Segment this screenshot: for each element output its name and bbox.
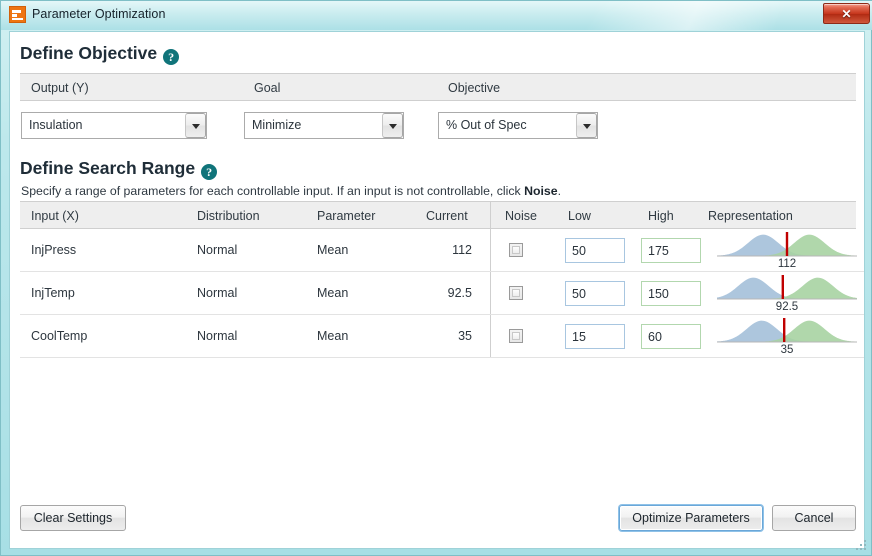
representation-chart: 92.5 [717, 274, 857, 315]
optimize-parameters-label: Optimize Parameters [632, 511, 749, 525]
representation-chart: 35 [717, 317, 857, 358]
cell-input-name: CoolTemp [31, 329, 87, 343]
column-header-goal: Goal [254, 81, 280, 95]
define-objective-title: Define Objective [20, 43, 157, 63]
column-header-high: High [648, 209, 674, 223]
low-input[interactable] [565, 281, 625, 306]
help-icon-search-range[interactable]: ? [201, 164, 217, 180]
header-divider [490, 202, 491, 228]
cancel-label: Cancel [795, 511, 834, 525]
noise-checkbox[interactable] [509, 286, 523, 300]
representation-chart: 112 [717, 231, 857, 272]
search-range-column-header: Input (X) Distribution Parameter Current… [20, 201, 856, 229]
high-input[interactable] [641, 324, 701, 349]
table-row: InjPress Normal Mean 112 112 [20, 229, 864, 272]
window-title: Parameter Optimization [32, 7, 166, 21]
chevron-down-icon-output[interactable] [185, 113, 206, 138]
optimize-parameters-button[interactable]: Optimize Parameters [619, 505, 763, 531]
low-input[interactable] [565, 324, 625, 349]
representation-value: 112 [717, 258, 857, 270]
column-header-distribution: Distribution [197, 209, 260, 223]
output-dropdown[interactable]: Insulation [21, 112, 207, 139]
dialog-window: Parameter Optimization ✕ Define Objectiv… [0, 0, 872, 556]
cell-distribution: Normal [197, 329, 237, 343]
cell-distribution: Normal [197, 243, 237, 257]
titlebar[interactable]: Parameter Optimization ✕ [1, 1, 872, 30]
column-header-representation: Representation [708, 209, 793, 223]
goal-dropdown-value: Minimize [252, 118, 301, 132]
column-header-objective: Objective [448, 81, 500, 95]
low-input[interactable] [565, 238, 625, 263]
noise-checkbox[interactable] [509, 243, 523, 257]
cell-current: 92.5 [426, 286, 472, 300]
description-text-post: . [558, 184, 561, 198]
search-range-table: InjPress Normal Mean 112 112 InjTemp Normal Mea… [20, 229, 856, 359]
column-header-parameter: Parameter [317, 209, 375, 223]
high-input[interactable] [641, 281, 701, 306]
dialog-content: Define Objective? Output (Y) Goal Object… [9, 31, 865, 549]
objective-dropdown-value: % Out of Spec [446, 118, 527, 132]
cell-distribution: Normal [197, 286, 237, 300]
column-header-current: Current [426, 209, 468, 223]
cell-parameter: Mean [317, 286, 348, 300]
description-noise-word: Noise [524, 184, 558, 198]
objective-dropdown[interactable]: % Out of Spec [438, 112, 598, 139]
close-button[interactable]: ✕ [823, 3, 870, 24]
cell-input-name: InjTemp [31, 286, 75, 300]
cell-current: 112 [426, 243, 472, 257]
objective-column-header: Output (Y) Goal Objective [20, 73, 856, 101]
define-objective-heading: Define Objective? [20, 43, 179, 65]
close-icon: ✕ [841, 8, 851, 20]
table-row: CoolTemp Normal Mean 35 35 [20, 315, 864, 358]
table-row: InjTemp Normal Mean 92.5 92.5 [20, 272, 864, 315]
chevron-down-icon-goal[interactable] [382, 113, 403, 138]
noise-checkbox[interactable] [509, 329, 523, 343]
define-search-range-heading: Define Search Range? [20, 158, 217, 180]
goal-dropdown[interactable]: Minimize [244, 112, 404, 139]
clear-settings-label: Clear Settings [34, 511, 113, 525]
output-dropdown-value: Insulation [29, 118, 83, 132]
cell-current: 35 [426, 329, 472, 343]
cancel-button[interactable]: Cancel [772, 505, 856, 531]
representation-value: 35 [717, 344, 857, 356]
high-input[interactable] [641, 238, 701, 263]
description-text-pre: Specify a range of parameters for each c… [21, 184, 524, 198]
cell-parameter: Mean [317, 243, 348, 257]
search-range-description: Specify a range of parameters for each c… [21, 184, 561, 198]
cell-input-name: InjPress [31, 243, 76, 257]
representation-value: 92.5 [717, 301, 857, 313]
chevron-down-icon-objective[interactable] [576, 113, 597, 138]
define-search-range-title: Define Search Range [20, 158, 195, 178]
column-header-output: Output (Y) [31, 81, 89, 95]
resize-grip[interactable] [854, 538, 868, 552]
bar-chart-icon [9, 6, 26, 23]
clear-settings-button[interactable]: Clear Settings [20, 505, 126, 531]
help-icon-objective[interactable]: ? [163, 49, 179, 65]
column-header-input: Input (X) [31, 209, 79, 223]
column-header-low: Low [568, 209, 591, 223]
cell-parameter: Mean [317, 329, 348, 343]
column-header-noise: Noise [505, 209, 537, 223]
